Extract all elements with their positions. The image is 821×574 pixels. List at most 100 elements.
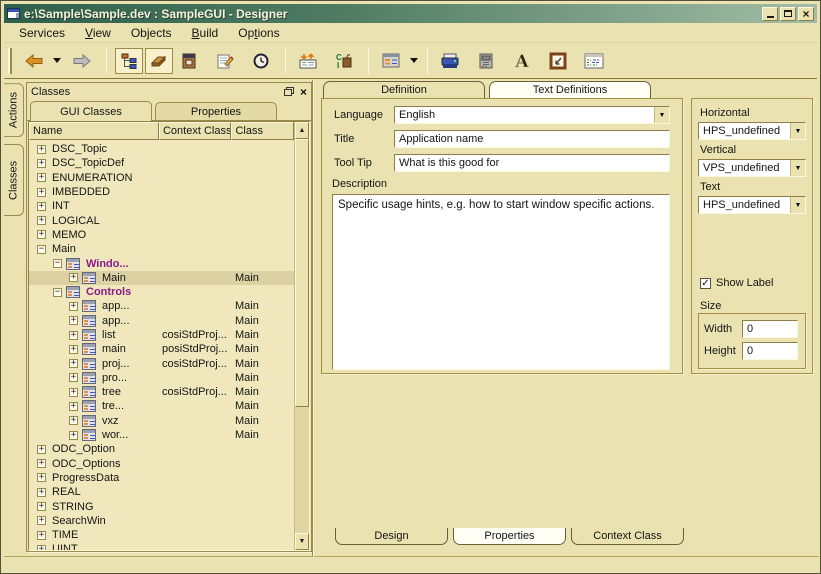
tree-row[interactable]: +UINT (29, 542, 294, 550)
menu-item-build[interactable]: Build (183, 24, 228, 42)
tab-properties[interactable]: Properties (155, 102, 277, 120)
menu-item-services[interactable]: Services (10, 24, 74, 42)
forward-button[interactable] (68, 48, 96, 74)
tree-row[interactable]: +LOGICAL (29, 213, 294, 227)
form-view-dropdown[interactable] (407, 48, 421, 74)
collapse-icon[interactable]: − (53, 288, 62, 297)
text-dropdown[interactable]: HPS_undefined ▼ (698, 196, 806, 214)
sidebar-tab-classes[interactable]: Classes (4, 144, 24, 216)
expand-icon[interactable]: + (37, 173, 46, 182)
tree-row[interactable]: +ProgressData (29, 471, 294, 485)
form-view-button[interactable] (377, 48, 405, 74)
tree-row[interactable]: +app...Main (29, 314, 294, 328)
image-button[interactable] (544, 48, 572, 74)
tree-row[interactable]: +treecosiStdProj...Main (29, 385, 294, 399)
sidebar-tab-actions[interactable]: Actions (4, 83, 24, 137)
expand-icon[interactable]: + (37, 216, 46, 225)
server-button[interactable] (472, 48, 500, 74)
compile-button[interactable]: CI (330, 48, 358, 74)
scrollbar-thumb[interactable] (295, 139, 309, 407)
print-button[interactable] (436, 48, 464, 74)
tree-row[interactable]: +MEMO (29, 228, 294, 242)
expand-icon[interactable]: + (37, 531, 46, 540)
expand-icon[interactable]: + (69, 359, 78, 368)
library-button[interactable] (175, 48, 203, 74)
show-label-checkbox[interactable]: ✓ Show Label (700, 277, 774, 289)
tree-row[interactable]: −Windo... (29, 256, 294, 270)
expand-icon[interactable]: + (37, 516, 46, 525)
tree-row[interactable]: +mainposiStdProj...Main (29, 342, 294, 356)
tree-row[interactable]: +app...Main (29, 299, 294, 313)
import-export-button[interactable] (294, 48, 322, 74)
expand-icon[interactable]: + (37, 473, 46, 482)
tree-row[interactable]: +proj...cosiStdProj...Main (29, 356, 294, 370)
tree-row[interactable]: +SearchWin (29, 514, 294, 528)
back-button[interactable] (20, 48, 48, 74)
close-panel-button[interactable]: × (300, 87, 307, 97)
float-panel-button[interactable] (284, 87, 294, 96)
tree-row[interactable]: +pro...Main (29, 371, 294, 385)
tree-row[interactable]: −Controls (29, 285, 294, 299)
horizontal-dropdown[interactable]: HPS_undefined ▼ (698, 122, 806, 140)
collapse-icon[interactable]: − (37, 245, 46, 254)
tab-context-class[interactable]: Context Class (571, 528, 684, 545)
tab-definition[interactable]: Definition (323, 81, 485, 98)
font-button[interactable]: A (508, 48, 536, 74)
tree-row[interactable]: +listcosiStdProj...Main (29, 328, 294, 342)
expand-icon[interactable]: + (37, 502, 46, 511)
expand-icon[interactable]: + (37, 545, 46, 550)
expand-icon[interactable]: + (37, 202, 46, 211)
expand-icon[interactable]: + (69, 431, 78, 440)
expand-icon[interactable]: + (37, 459, 46, 468)
tree-row[interactable]: +DSC_Topic (29, 142, 294, 156)
vertical-dropdown[interactable]: VPS_undefined ▼ (698, 159, 806, 177)
tree-row[interactable]: +REAL (29, 485, 294, 499)
tree-row[interactable]: +ODC_Option (29, 442, 294, 456)
tree-row[interactable]: +DSC_TopicDef (29, 156, 294, 170)
tree-row[interactable]: +ENUMERATION (29, 171, 294, 185)
scroll-up-button[interactable]: ▲ (295, 122, 309, 139)
maximize-button[interactable] (780, 7, 796, 21)
tree-row[interactable]: +IMBEDDED (29, 185, 294, 199)
text-dropdown-button[interactable]: ▼ (790, 197, 805, 213)
language-dropdown-button[interactable]: ▼ (654, 107, 669, 123)
width-input[interactable] (742, 320, 798, 338)
expand-icon[interactable]: + (69, 331, 78, 340)
menu-item-options[interactable]: Options (229, 24, 288, 42)
description-textarea[interactable]: Specific usage hints, e.g. how to start … (332, 194, 670, 370)
language-dropdown[interactable]: English ▼ (394, 106, 670, 124)
expand-icon[interactable]: + (37, 188, 46, 197)
tab-text-definitions[interactable]: Text Definitions (489, 81, 651, 98)
menu-item-view[interactable]: View (76, 24, 120, 42)
expand-icon[interactable]: + (37, 445, 46, 454)
tree-row[interactable]: +tre...Main (29, 399, 294, 413)
history-button[interactable] (247, 48, 275, 74)
tooltip-input[interactable] (394, 154, 670, 172)
browse-mode-button[interactable] (145, 48, 173, 74)
tree-row[interactable]: +TIME (29, 528, 294, 542)
expand-icon[interactable]: + (37, 159, 46, 168)
tree-row[interactable]: +MainMain (29, 271, 294, 285)
scroll-down-button[interactable]: ▼ (295, 533, 309, 550)
minimize-button[interactable] (762, 7, 778, 21)
tab-design[interactable]: Design (335, 528, 448, 545)
close-button[interactable]: × (798, 7, 814, 21)
expand-icon[interactable]: + (69, 316, 78, 325)
back-history-dropdown[interactable] (50, 48, 64, 74)
collapse-icon[interactable]: − (53, 259, 62, 268)
expand-icon[interactable]: + (69, 302, 78, 311)
tree-row[interactable]: +vxzMain (29, 414, 294, 428)
window-list-button[interactable] (580, 48, 608, 74)
title-input[interactable] (394, 130, 670, 148)
expand-icon[interactable]: + (69, 388, 78, 397)
expand-icon[interactable]: + (69, 402, 78, 411)
expand-icon[interactable]: + (37, 145, 46, 154)
expand-icon[interactable]: + (69, 373, 78, 382)
scrollbar-track[interactable] (295, 139, 309, 533)
expand-icon[interactable]: + (37, 488, 46, 497)
tree-row[interactable]: +STRING (29, 499, 294, 513)
expand-icon[interactable]: + (69, 273, 78, 282)
horizontal-dropdown-button[interactable]: ▼ (790, 123, 805, 139)
expand-icon[interactable]: + (37, 230, 46, 239)
tree-row[interactable]: −Main (29, 242, 294, 256)
